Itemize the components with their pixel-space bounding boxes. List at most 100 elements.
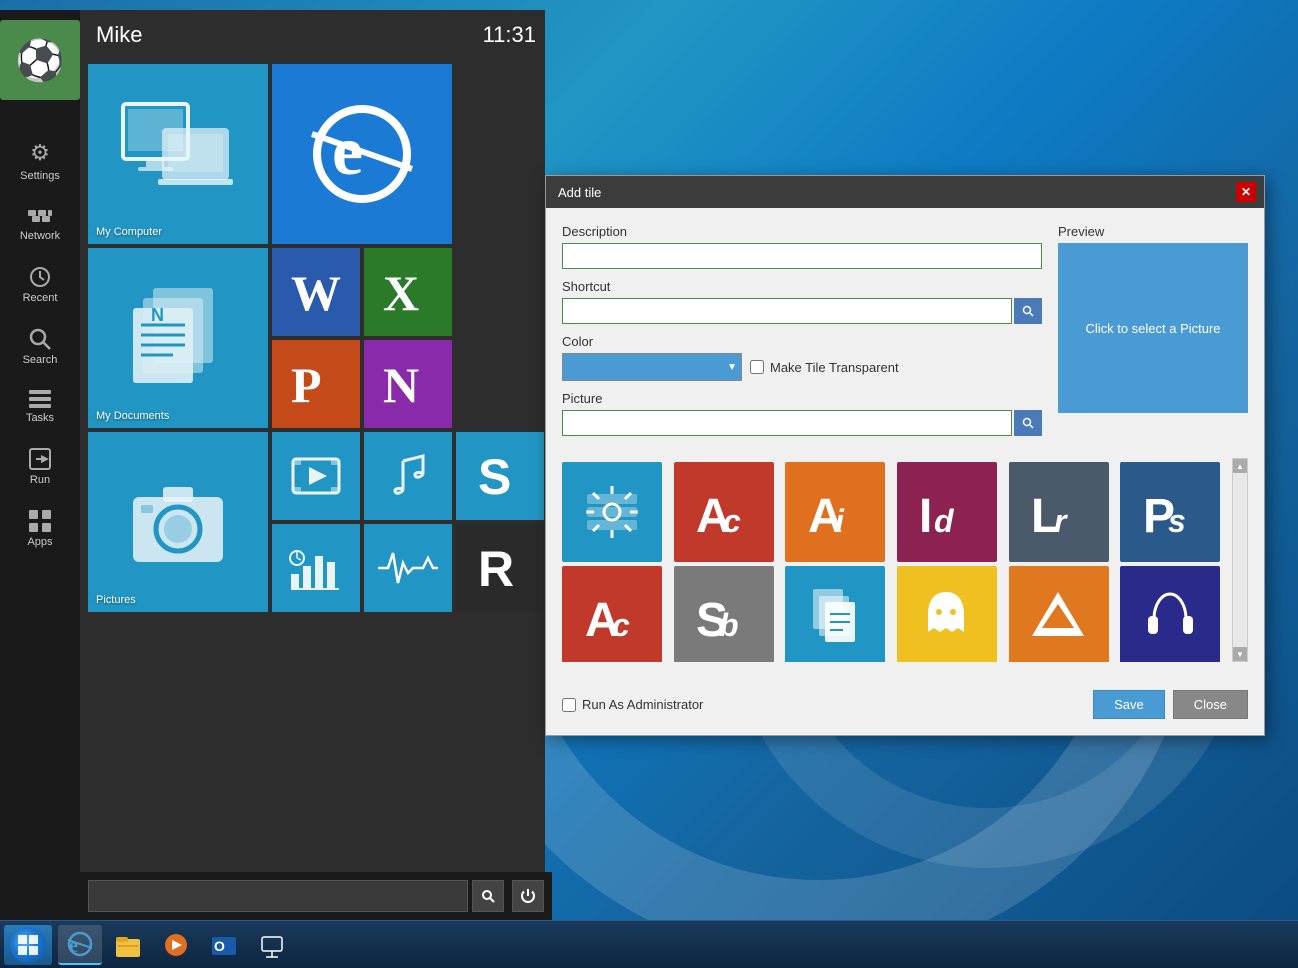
tile-pulse[interactable] xyxy=(364,524,452,612)
sidebar-item-search[interactable]: Search xyxy=(0,316,80,378)
icon-cell-bridge[interactable] xyxy=(785,566,885,662)
description-label: Description xyxy=(562,224,1042,239)
svg-text:S: S xyxy=(478,449,511,505)
tile-music[interactable] xyxy=(364,432,452,520)
icon-cell-snapchat[interactable] xyxy=(897,566,997,662)
sidebar-label-run: Run xyxy=(30,474,50,486)
icon-cell-acrobat2[interactable]: A c xyxy=(562,566,662,662)
apps-icon xyxy=(29,510,51,532)
start-search-input[interactable] xyxy=(88,880,468,912)
sidebar-item-run[interactable]: Run xyxy=(0,436,80,498)
start-menu: ⚽ ⚙ Settings xyxy=(0,10,545,920)
picture-browse-button[interactable] xyxy=(1014,410,1042,436)
tile-my-computer[interactable]: My Computer xyxy=(88,64,268,244)
start-time: 11:31 xyxy=(483,22,536,48)
transparent-label: Make Tile Transparent xyxy=(770,360,899,375)
transparent-checkbox[interactable] xyxy=(750,360,764,374)
dialog-buttons: Save Close xyxy=(1093,690,1248,719)
svg-text:I: I xyxy=(919,490,932,543)
svg-text:R: R xyxy=(478,541,514,597)
dialog-form: Description Shortcut xyxy=(562,224,1042,446)
network-icon xyxy=(28,206,52,226)
icon-cell-illustrator[interactable]: A i xyxy=(785,462,885,562)
shortcut-browse-button[interactable] xyxy=(1014,298,1042,324)
dialog-footer: Run As Administrator Save Close xyxy=(546,678,1264,735)
sidebar-label-settings: Settings xyxy=(20,170,60,182)
tile-powerpoint[interactable]: P xyxy=(272,340,360,428)
dialog-top-row: Description Shortcut xyxy=(562,224,1248,446)
icon-cell-acrobat[interactable]: A c xyxy=(674,462,774,562)
sidebar-label-recent: Recent xyxy=(23,292,58,304)
sidebar-item-recent[interactable]: Recent xyxy=(0,254,80,316)
description-input[interactable] xyxy=(562,243,1042,269)
svg-text:W: W xyxy=(291,265,341,321)
tile-skype[interactable]: S xyxy=(456,432,544,520)
tile-stats[interactable] xyxy=(272,524,360,612)
tile-label-pictures: Pictures xyxy=(96,594,136,606)
icon-cell-gear-list[interactable] xyxy=(562,462,662,562)
start-search-button[interactable] xyxy=(472,880,504,912)
taskbar-media-player[interactable] xyxy=(154,925,198,965)
svg-text:c: c xyxy=(612,607,630,643)
user-avatar[interactable]: ⚽ xyxy=(0,20,80,100)
tile-reel[interactable]: R xyxy=(456,524,544,612)
picture-group: Picture xyxy=(562,391,1042,436)
taskbar-network[interactable] xyxy=(250,925,294,965)
sidebar-item-network[interactable]: Network xyxy=(0,194,80,254)
transparent-checkbox-label[interactable]: Make Tile Transparent xyxy=(750,360,899,375)
preview-click-text: Click to select a Picture xyxy=(1085,321,1220,336)
tile-pictures[interactable]: Pictures xyxy=(88,432,268,612)
icon-cell-headphones[interactable] xyxy=(1120,566,1220,662)
power-button[interactable] xyxy=(512,880,544,912)
sidebar-label-network: Network xyxy=(20,230,60,242)
taskbar-explorer[interactable] xyxy=(106,925,150,965)
sidebar-item-tasks[interactable]: Tasks xyxy=(0,378,80,436)
icon-grid-scrollbar[interactable]: ▲ ▼ xyxy=(1232,458,1248,662)
icon-cell-soundbooth[interactable]: S b xyxy=(674,566,774,662)
taskbar-ie[interactable]: e xyxy=(58,925,102,965)
dialog-title: Add tile xyxy=(558,185,601,200)
close-button[interactable]: Close xyxy=(1173,690,1248,719)
dialog-close-button[interactable]: ✕ xyxy=(1236,182,1256,202)
dialog-titlebar: Add tile ✕ xyxy=(546,176,1264,208)
sidebar-items-container: ⚙ Settings Network xyxy=(0,128,80,560)
color-dropdown[interactable]: ▼ xyxy=(562,353,742,381)
picture-input[interactable] xyxy=(562,410,1012,436)
tile-excel[interactable]: X xyxy=(364,248,452,336)
taskbar: e O xyxy=(0,920,1298,968)
dialog-preview-area: Preview Click to select a Picture xyxy=(1058,224,1248,446)
picture-label: Picture xyxy=(562,391,1042,406)
save-button[interactable]: Save xyxy=(1093,690,1165,719)
preview-box[interactable]: Click to select a Picture xyxy=(1058,243,1248,413)
shortcut-group: Shortcut xyxy=(562,279,1042,324)
tile-video[interactable] xyxy=(272,432,360,520)
taskbar-outlook[interactable]: O xyxy=(202,925,246,965)
start-sidebar: ⚽ ⚙ Settings xyxy=(0,10,80,920)
icon-cell-indesign[interactable]: I d xyxy=(897,462,997,562)
tile-label-my-computer: My Computer xyxy=(96,226,162,238)
icon-cell-photoshop[interactable]: P s xyxy=(1120,462,1220,562)
tile-ie[interactable]: e xyxy=(272,64,452,244)
shortcut-input[interactable] xyxy=(562,298,1012,324)
tasks-icon xyxy=(29,390,51,408)
tile-word[interactable]: W xyxy=(272,248,360,336)
taskbar-start-button[interactable] xyxy=(4,925,52,965)
icon-cell-acrobat-orange[interactable] xyxy=(1009,566,1109,662)
start-search-bar xyxy=(80,872,552,920)
tile-onenote[interactable]: N xyxy=(364,340,452,428)
recent-icon xyxy=(29,266,51,288)
icon-cell-lightroom[interactable]: L r xyxy=(1009,462,1109,562)
tile-my-documents[interactable]: N My Documents xyxy=(88,248,268,428)
shortcut-label: Shortcut xyxy=(562,279,1042,294)
tile-label-my-documents: My Documents xyxy=(96,410,169,422)
sidebar-item-settings[interactable]: ⚙ Settings xyxy=(0,128,80,194)
run-as-admin-checkbox[interactable] xyxy=(562,698,576,712)
sidebar-label-apps: Apps xyxy=(27,536,52,548)
start-header: Mike 11:31 xyxy=(80,10,552,60)
icon-grid-wrapper: A c A i xyxy=(562,458,1228,662)
sidebar-item-apps[interactable]: Apps xyxy=(0,498,80,560)
svg-text:O: O xyxy=(214,938,225,954)
icon-grid-area: A c A i xyxy=(562,458,1248,662)
svg-text:N: N xyxy=(151,305,164,325)
run-as-admin-label[interactable]: Run As Administrator xyxy=(562,697,703,712)
